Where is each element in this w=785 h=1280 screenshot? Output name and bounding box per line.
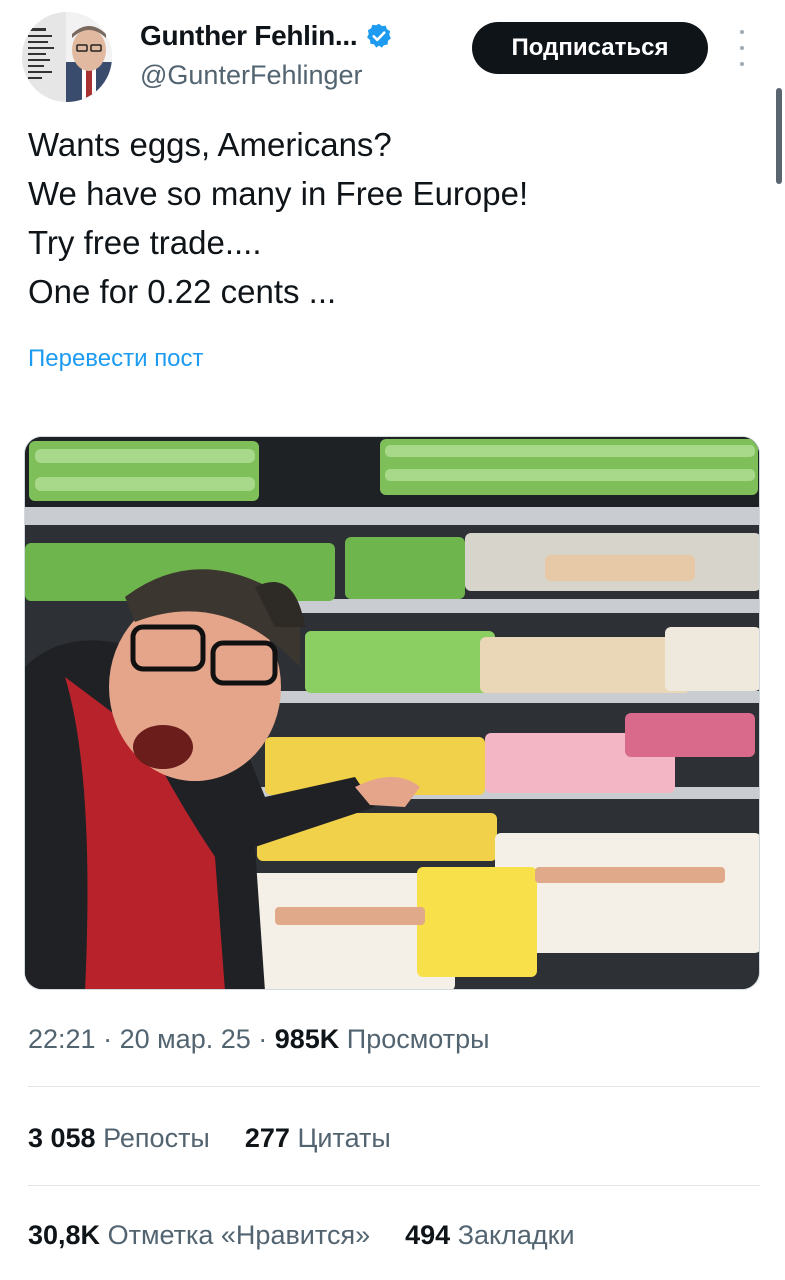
post-photo[interactable] <box>24 436 760 990</box>
bookmarks-stat[interactable]: 494 Закладки <box>405 1220 574 1251</box>
more-vertical-icon[interactable] <box>732 30 752 66</box>
post-time[interactable]: 22:21 <box>28 1024 96 1054</box>
reposts-stat[interactable]: 3 058 Репосты <box>28 1123 210 1154</box>
likes-stat[interactable]: 30,8K Отметка «Нравится» <box>28 1220 370 1251</box>
bookmarks-label: Закладки <box>457 1220 575 1250</box>
post-header: Gunther Fehlin... @GunterFehlinger Подпи… <box>0 0 785 102</box>
divider <box>28 1086 760 1087</box>
reposts-label: Репосты <box>103 1123 210 1153</box>
verified-badge-icon <box>365 22 393 50</box>
author-handle[interactable]: @GunterFehlinger <box>140 60 363 91</box>
likes-label: Отметка «Нравится» <box>107 1220 371 1250</box>
avatar-image <box>22 12 112 102</box>
translate-post-link[interactable]: Перевести пост <box>28 345 204 373</box>
post-text-line: Wants eggs, Americans? <box>28 126 392 163</box>
author-display-name[interactable]: Gunther Fehlin... <box>140 20 358 52</box>
post-text-line: Try free trade.... <box>28 224 262 261</box>
stats-row-reposts-quotes: 3 058 Репосты 277 Цитаты <box>28 1123 391 1154</box>
stats-row-likes-bookmarks: 30,8K Отметка «Нравится» 494 Закладки <box>28 1220 575 1251</box>
name-row: Gunther Fehlin... <box>140 20 393 52</box>
likes-count: 30,8K <box>28 1220 101 1250</box>
quotes-stat[interactable]: 277 Цитаты <box>245 1123 391 1154</box>
avatar[interactable] <box>22 12 112 102</box>
scrollbar[interactable] <box>776 88 782 184</box>
follow-button[interactable]: Подписаться <box>472 22 708 74</box>
post-text-line: We have so many in Free Europe! <box>28 175 529 212</box>
reposts-count: 3 058 <box>28 1123 96 1153</box>
divider <box>28 1185 760 1186</box>
post-date[interactable]: 20 мар. 25 <box>120 1024 251 1054</box>
meta-separator: · <box>250 1024 275 1054</box>
bookmarks-count: 494 <box>405 1220 451 1250</box>
post-text: Wants eggs, Americans? We have so many i… <box>28 120 748 316</box>
quotes-count: 277 <box>244 1123 290 1153</box>
post-meta: 22:21 · 20 мар. 25 · 985K Просмотры <box>28 1024 490 1055</box>
views-count[interactable]: 985K <box>275 1024 340 1054</box>
views-label: Просмотры <box>339 1024 490 1054</box>
meta-separator: · <box>95 1024 120 1054</box>
supermarket-eggs-photo <box>25 437 759 989</box>
post-text-line: One for 0.22 cents ... <box>28 273 337 310</box>
quotes-label: Цитаты <box>297 1123 391 1153</box>
